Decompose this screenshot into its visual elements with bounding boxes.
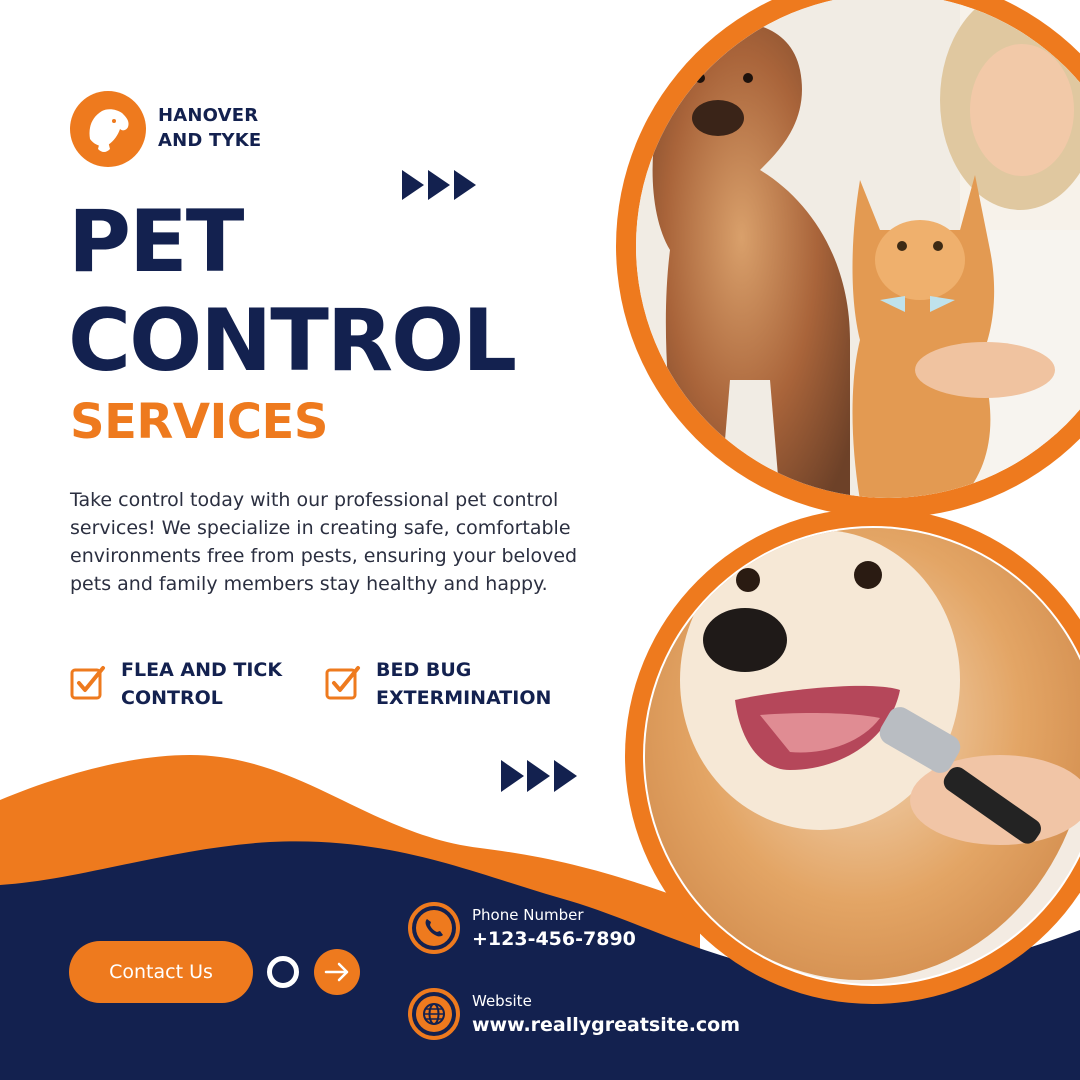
triple-arrow-icon xyxy=(501,760,577,792)
triple-arrow-icon xyxy=(402,170,476,200)
checkbox-icon xyxy=(70,666,105,700)
feature-label-line-1: BED BUG xyxy=(376,659,472,681)
feature-label-line-2: CONTROL xyxy=(121,687,223,709)
feature-label-line-1: FLEA AND TICK xyxy=(121,659,283,681)
dog-cat-woman-photo xyxy=(636,0,1080,498)
feature-label-line-2: EXTERMINATION xyxy=(376,687,552,709)
headline-line-2: CONTROL xyxy=(68,291,517,391)
dog-cat-logo-icon xyxy=(70,91,146,167)
website-label: Website xyxy=(472,992,532,1010)
phone-label: Phone Number xyxy=(472,906,584,924)
arrow-right-icon xyxy=(324,962,349,982)
phone-icon xyxy=(408,902,460,954)
phone-value[interactable]: +123-456-7890 xyxy=(472,927,636,951)
website-link[interactable]: www.reallygreatsite.com xyxy=(472,1013,740,1037)
feature-label: BED BUG EXTERMINATION xyxy=(376,656,551,712)
brand-line-2: AND TYKE xyxy=(158,130,262,151)
feature-label: FLEA AND TICK CONTROL xyxy=(121,656,282,712)
contact-us-button[interactable]: Contact Us xyxy=(69,941,253,1003)
globe-icon xyxy=(408,988,460,1040)
poster: HANOVER AND TYKE PET CONTROL SERVICES Ta… xyxy=(0,0,1080,1080)
arrow-right-button[interactable] xyxy=(314,949,360,995)
feature-item: FLEA AND TICK CONTROL xyxy=(70,656,282,712)
headline-line-1: PET xyxy=(68,192,244,292)
brand-name: HANOVER AND TYKE xyxy=(158,103,261,153)
description: Take control today with our professional… xyxy=(70,489,578,595)
ring-icon xyxy=(267,956,299,988)
brand-line-1: HANOVER xyxy=(158,105,259,126)
headline-sub: SERVICES xyxy=(70,394,328,450)
checkbox-icon xyxy=(325,666,360,700)
feature-item: BED BUG EXTERMINATION xyxy=(325,656,551,712)
